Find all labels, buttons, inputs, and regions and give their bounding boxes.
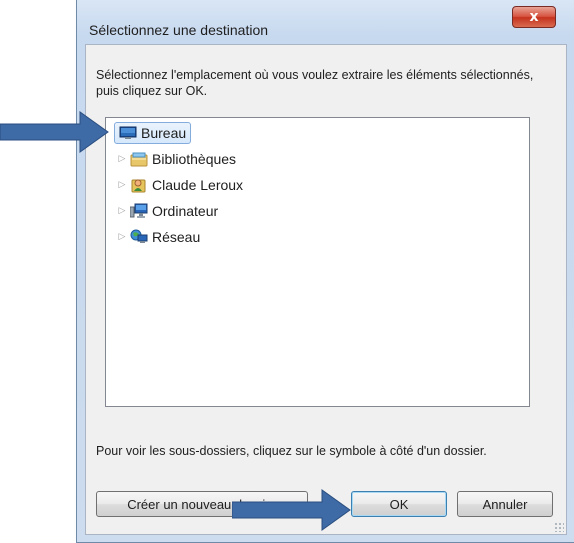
ok-button[interactable]: OK xyxy=(351,491,447,517)
user-folder-icon xyxy=(130,177,148,193)
instruction-text: Sélectionnez l'emplacement où vous voule… xyxy=(96,68,534,98)
tree-item-label: Claude Leroux xyxy=(152,177,244,193)
cancel-button[interactable]: Annuler xyxy=(457,491,553,517)
tree-item-claude-leroux[interactable]: ▷ Claude Leroux xyxy=(116,174,244,196)
dialog-title: Sélectionnez une destination xyxy=(89,22,269,38)
arrow-shape xyxy=(0,111,109,153)
cancel-button-label: Annuler xyxy=(482,496,528,512)
folder-tree[interactable]: Bureau ▷ Bibliothèques ▷ Claude Leroux ▷… xyxy=(105,117,530,407)
tree-item-label: Bureau xyxy=(141,125,187,141)
hint-text: Pour voir les sous-dossiers, cliquez sur… xyxy=(96,444,487,458)
close-icon: x xyxy=(529,9,539,25)
tree-item-bureau[interactable]: Bureau xyxy=(114,122,192,144)
tree-item-label: Réseau xyxy=(152,229,201,245)
network-icon xyxy=(130,229,148,245)
tree-item-label: Ordinateur xyxy=(152,203,219,219)
arrow-shape xyxy=(232,489,351,531)
desktop-icon xyxy=(119,125,137,141)
close-button[interactable]: x xyxy=(512,6,556,28)
select-destination-dialog: Sélectionnez une destination x Sélection… xyxy=(76,0,574,543)
dialog-content: Sélectionnez l'emplacement où vous voule… xyxy=(85,44,567,535)
tree-item-label: Bibliothèques xyxy=(152,151,237,167)
ok-button-label: OK xyxy=(389,496,409,512)
background-window xyxy=(0,0,82,543)
libraries-icon xyxy=(130,151,148,167)
computer-icon xyxy=(129,203,148,219)
expand-arrow-icon[interactable]: ▷ xyxy=(116,154,128,164)
tree-item-bibliotheques[interactable]: ▷ Bibliothèques xyxy=(116,148,237,170)
title-bar: Sélectionnez une destination x xyxy=(77,0,574,42)
expand-arrow-icon[interactable]: ▷ xyxy=(116,180,128,190)
resize-grip[interactable] xyxy=(554,522,564,532)
annotation-arrow-ok xyxy=(232,489,351,531)
tree-item-reseau[interactable]: ▷ Réseau xyxy=(116,226,201,248)
tree-item-ordinateur[interactable]: ▷ Ordinateur xyxy=(116,200,219,222)
expand-arrow-icon[interactable]: ▷ xyxy=(116,232,128,242)
annotation-arrow-bureau xyxy=(0,111,109,153)
expand-arrow-icon[interactable]: ▷ xyxy=(116,206,128,216)
